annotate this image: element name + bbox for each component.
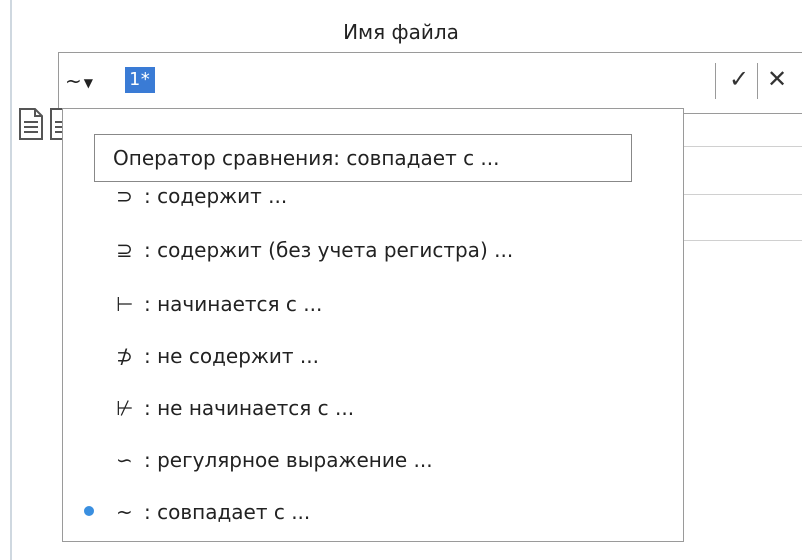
operator-tooltip: Оператор сравнения: совпадает с ... — [94, 134, 632, 182]
operator-symbol: ⊬ — [116, 396, 134, 420]
menu-item-label: : содержит ... — [144, 184, 288, 208]
toolbar-separator — [715, 63, 716, 99]
menu-item-label: : не содержит ... — [144, 344, 319, 368]
menu-item-label: : совпадает с ... — [144, 500, 311, 524]
menu-item-label: : регулярное выражение ... — [144, 448, 433, 472]
close-icon[interactable]: ✕ — [767, 65, 787, 93]
operator-symbol: ~ — [65, 69, 82, 93]
menu-item-regex[interactable]: ∽ : регулярное выражение ... — [116, 448, 433, 472]
operator-symbol: ⊇ — [116, 238, 133, 262]
toolbar-separator — [757, 63, 758, 99]
column-header-filename[interactable]: Имя файла — [0, 20, 802, 44]
document-icon — [19, 108, 43, 140]
filter-value-input[interactable]: 1* — [125, 67, 155, 93]
menu-item-matches[interactable]: ~ : совпадает с ... — [116, 500, 310, 524]
operator-symbol: ∽ — [116, 448, 133, 472]
check-icon[interactable]: ✓ — [729, 65, 749, 93]
menu-item-label: : начинается с ... — [144, 292, 323, 316]
operator-symbol: ⊢ — [116, 292, 134, 316]
operator-dropdown-button[interactable]: ~ ▼ — [65, 69, 93, 93]
menu-item-contains-case-insensitive[interactable]: ⊇ : содержит (без учета регистра) ... — [116, 238, 513, 262]
panel-left-border — [10, 0, 12, 560]
operator-symbol: ⊅ — [116, 344, 133, 368]
menu-item-not-contains[interactable]: ⊅ : не содержит ... — [116, 344, 319, 368]
menu-item-label: : не начинается с ... — [144, 396, 355, 420]
menu-item-label: : содержит (без учета регистра) ... — [144, 238, 514, 262]
menu-item-starts-with[interactable]: ⊢ : начинается с ... — [116, 292, 322, 316]
operator-symbol: ⊃ — [116, 184, 133, 208]
menu-item-contains[interactable]: ⊃ : содержит ... — [116, 184, 287, 208]
menu-item-not-starts-with[interactable]: ⊬ : не начинается с ... — [116, 396, 354, 420]
chevron-down-icon: ▼ — [83, 75, 93, 90]
operator-symbol: ~ — [116, 500, 133, 524]
filter-bar: ~ ▼ 1* ✓ ✕ — [58, 52, 802, 114]
selected-indicator-icon — [84, 506, 94, 516]
